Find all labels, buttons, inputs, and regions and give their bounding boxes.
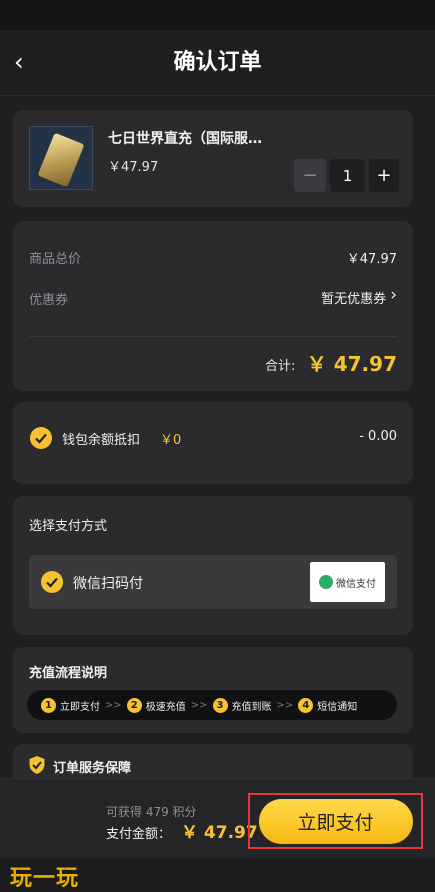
wallet-balance: ￥0 (160, 433, 182, 448)
goods-total-value: ￥47.97 (346, 252, 397, 267)
step-1-label: 立即支付 (60, 701, 100, 713)
step-2-number: 2 (126, 697, 142, 713)
total-label: 合计: (265, 359, 296, 374)
total-value: ￥ 47.97 (306, 352, 397, 376)
step-3-number: 3 (212, 697, 228, 713)
divider (29, 336, 397, 337)
step-separator: >> (190, 699, 208, 711)
price-summary-card: 商品总价 ￥47.97 优惠券 暂无优惠券 › 合计: ￥ 47.97 (13, 221, 413, 391)
step-separator: >> (105, 699, 122, 711)
payment-method-label: 微信扫码付 (73, 576, 143, 592)
increase-button[interactable]: + (369, 159, 399, 192)
wallet-card: 钱包余额抵扣 ￥0 - 0.00 (13, 402, 413, 484)
process-steps: 1 立即支付 >> 2 极速充值 >> 3 充值到账 >> 4 短信通知 (27, 690, 397, 720)
pay-amount-value: ￥ 47.97 (181, 823, 258, 843)
coupon-selector[interactable]: 暂无优惠券 › (321, 285, 397, 308)
product-price: ￥47.97 (108, 160, 159, 175)
selected-check-icon (41, 571, 63, 593)
pay-now-button[interactable]: 立即支付 (258, 798, 413, 844)
wechat-icon (319, 575, 333, 589)
pay-button-highlight: 立即支付 (248, 793, 423, 849)
process-title: 充值流程说明 (29, 666, 108, 681)
product-name: 七日世界直充（国际服… (108, 131, 262, 147)
wechat-pay-logo-text: 微信支付 (336, 578, 376, 590)
wallet-label: 钱包余额抵扣 (62, 433, 141, 448)
chevron-right-icon: › (390, 285, 397, 305)
product-image (29, 126, 93, 190)
quantity-stepper: − 1 + (294, 159, 399, 192)
step-separator: >> (276, 699, 294, 711)
decrease-button[interactable]: − (294, 159, 326, 192)
quantity-input[interactable]: 1 (330, 159, 365, 192)
recharge-process-card: 充值流程说明 1 立即支付 >> 2 极速充值 >> 3 充值到账 >> 4 短信通知 (13, 647, 413, 733)
step-3-label: 充值到账 (231, 701, 272, 713)
step-2-label: 极速充值 (145, 701, 186, 713)
step-1-number: 1 (41, 697, 56, 713)
step-4-number: 4 (298, 697, 314, 713)
payment-section-title: 选择支付方式 (29, 519, 108, 534)
watermark-logo: 玩一玩 (10, 866, 80, 891)
shield-icon (29, 756, 45, 774)
step-4-label: 短信通知 (317, 701, 358, 713)
wechat-pay-logo: 微信支付 (310, 562, 385, 602)
pay-amount-label: 支付金额： (106, 827, 172, 842)
wallet-deduction: - 0.00 (359, 429, 397, 444)
wallet-checkbox-icon[interactable] (30, 427, 52, 449)
payment-method-card: 选择支付方式 微信扫码付 微信支付 (13, 496, 413, 635)
coupon-label: 优惠券 (29, 293, 69, 308)
coupon-value: 暂无优惠券 (321, 292, 387, 307)
product-card: 七日世界直充（国际服… ￥47.97 − 1 + (13, 110, 413, 207)
goods-total-label: 商品总价 (29, 252, 82, 267)
guarantee-title: 订单服务保障 (53, 761, 132, 776)
status-strip (0, 0, 435, 30)
page-title: 确认订单 (173, 50, 262, 75)
wechat-pay-option[interactable]: 微信扫码付 微信支付 (29, 555, 397, 609)
